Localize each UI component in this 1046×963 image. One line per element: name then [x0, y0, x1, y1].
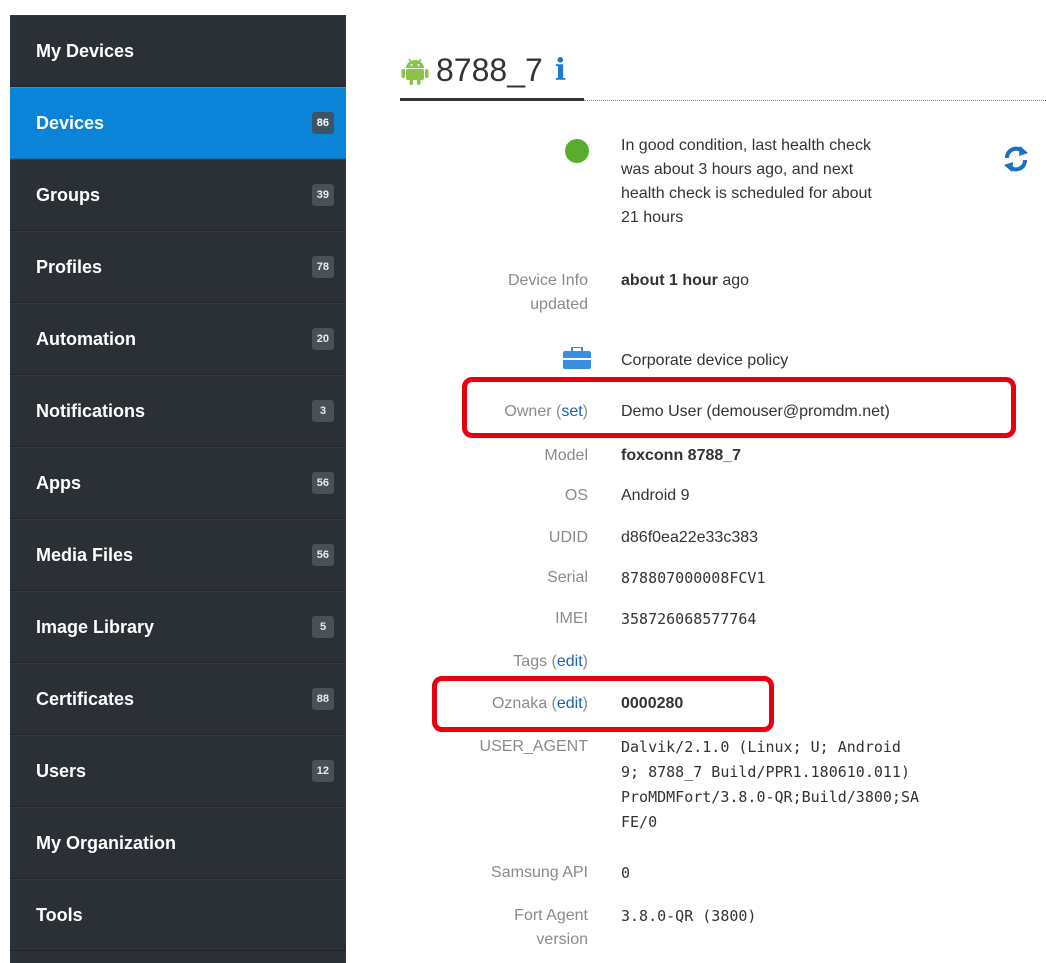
user-agent-line: ProMDMFort/3.8.0-QR;Build/3800;SA — [621, 788, 920, 806]
sidebar-item-tools[interactable]: Tools — [10, 879, 346, 951]
serial-value: 878807000008FCV1 — [621, 569, 766, 587]
sidebar-item-devices[interactable]: Devices 86 — [10, 87, 346, 159]
sidebar-item-image-library[interactable]: Image Library 5 — [10, 591, 346, 663]
os-label: OS — [564, 487, 588, 504]
tags-label-end: ) — [582, 653, 588, 670]
label-line: Fort Agent — [514, 907, 588, 924]
label-line: Device Info — [507, 272, 588, 289]
count-badge: 88 — [311, 688, 334, 710]
sidebar-item-my-devices[interactable]: My Devices — [10, 15, 346, 87]
health-line: In good condition, last health check — [621, 137, 871, 154]
owner-highlight-box — [462, 377, 1016, 438]
sidebar-item-automation[interactable]: Automation 20 — [10, 303, 346, 375]
sidebar-item-label: Certificates — [36, 688, 135, 709]
title-divider — [584, 100, 1046, 101]
device-info-value: about 1 hour ago — [621, 269, 749, 293]
count-badge: 86 — [311, 112, 334, 134]
sidebar-item-apps[interactable]: Apps 56 — [10, 447, 346, 519]
sidebar-item-users[interactable]: Users 12 — [10, 735, 346, 807]
sidebar-item-label: Apps — [36, 472, 81, 493]
sidebar-item-notifications[interactable]: Notifications 3 — [10, 375, 346, 447]
user-agent-line: Dalvik/2.1.0 (Linux; U; Android — [621, 738, 901, 756]
imei-value: 358726068577764 — [621, 610, 757, 628]
tags-edit-link[interactable]: edit — [557, 653, 583, 670]
fort-agent-label: Fort Agent version — [514, 904, 588, 952]
info-icon[interactable]: i — [555, 53, 566, 88]
sidebar-item-label: Automation — [36, 328, 136, 349]
sidebar-nav: My Devices Devices 86 Groups 39 Profiles… — [10, 15, 346, 963]
tags-label-text: Tags ( — [513, 653, 557, 670]
model-value: foxconn 8788_7 — [621, 444, 741, 468]
user-agent-label: USER_AGENT — [479, 738, 588, 755]
sidebar-item-media-files[interactable]: Media Files 56 — [10, 519, 346, 591]
model-label: Model — [544, 447, 588, 464]
health-line: was about 3 hours ago, and next — [621, 161, 854, 178]
count-badge: 39 — [311, 184, 334, 206]
label-line: updated — [530, 296, 588, 313]
sidebar-item-groups[interactable]: Groups 39 — [10, 159, 346, 231]
udid-value: d86f0ea22e33c383 — [621, 529, 759, 546]
device-info-time: about 1 hour — [621, 272, 718, 289]
model-text: foxconn 8788_7 — [621, 447, 742, 464]
oznaka-highlight-box — [432, 676, 774, 732]
sidebar-item-profiles[interactable]: Profiles 78 — [10, 231, 346, 303]
count-badge: 78 — [311, 256, 334, 278]
user-agent-line: FE/0 — [621, 813, 658, 831]
samsung-api-label: Samsung API — [491, 864, 588, 881]
device-title: 8788_7 i — [400, 48, 566, 92]
sidebar-item-label: Profiles — [36, 256, 103, 277]
sidebar-item-label: Users — [36, 760, 87, 781]
user-agent-value: Dalvik/2.1.0 (Linux; U; Android 9; 8788_… — [621, 735, 919, 835]
label-line: version — [536, 931, 588, 948]
sidebar-item-my-organization[interactable]: My Organization — [10, 807, 346, 879]
count-badge: 12 — [311, 760, 334, 782]
fort-agent-value: 3.8.0-QR (3800) — [621, 907, 757, 925]
refresh-icon[interactable] — [1001, 144, 1031, 174]
android-icon — [401, 58, 429, 85]
udid-label: UDID — [548, 529, 588, 546]
imei-label: IMEI — [555, 610, 588, 627]
sidebar-item-certificates[interactable]: Certificates 88 — [10, 663, 346, 735]
title-underline — [400, 98, 584, 101]
os-value: Android 9 — [621, 487, 690, 504]
briefcase-icon — [563, 347, 591, 369]
tags-label: Tags (edit) — [513, 650, 588, 674]
sidebar-item-label: Media Files — [36, 544, 134, 565]
sidebar-item-label: Image Library — [36, 616, 155, 637]
health-line: health check is scheduled for about — [621, 185, 872, 202]
device-info-label: Device Info updated — [508, 269, 588, 317]
count-badge: 3 — [312, 400, 334, 422]
samsung-api-value: 0 — [621, 864, 631, 882]
health-status-text: In good condition, last health check was… — [621, 134, 981, 230]
device-info-suffix: ago — [717, 272, 750, 289]
sidebar-item-label: Tools — [36, 904, 83, 925]
count-badge: 20 — [311, 328, 334, 350]
health-line: 21 hours — [621, 209, 684, 226]
status-dot-icon — [565, 139, 589, 163]
device-name: 8788_7 — [436, 51, 543, 88]
count-badge: 56 — [311, 544, 334, 566]
sidebar-item-label: Groups — [36, 184, 101, 205]
count-badge: 56 — [311, 472, 334, 494]
sidebar-item-label: Notifications — [36, 400, 146, 421]
user-agent-line: 9; 8788_7 Build/PPR1.180610.011) — [621, 763, 910, 781]
sidebar-item-label: My Organization — [36, 832, 177, 853]
serial-label: Serial — [547, 569, 588, 586]
count-badge: 5 — [312, 616, 334, 638]
policy-value: Corporate device policy — [621, 352, 789, 369]
sidebar-item-label: My Devices — [36, 40, 135, 61]
sidebar-item-label: Devices — [36, 112, 105, 133]
